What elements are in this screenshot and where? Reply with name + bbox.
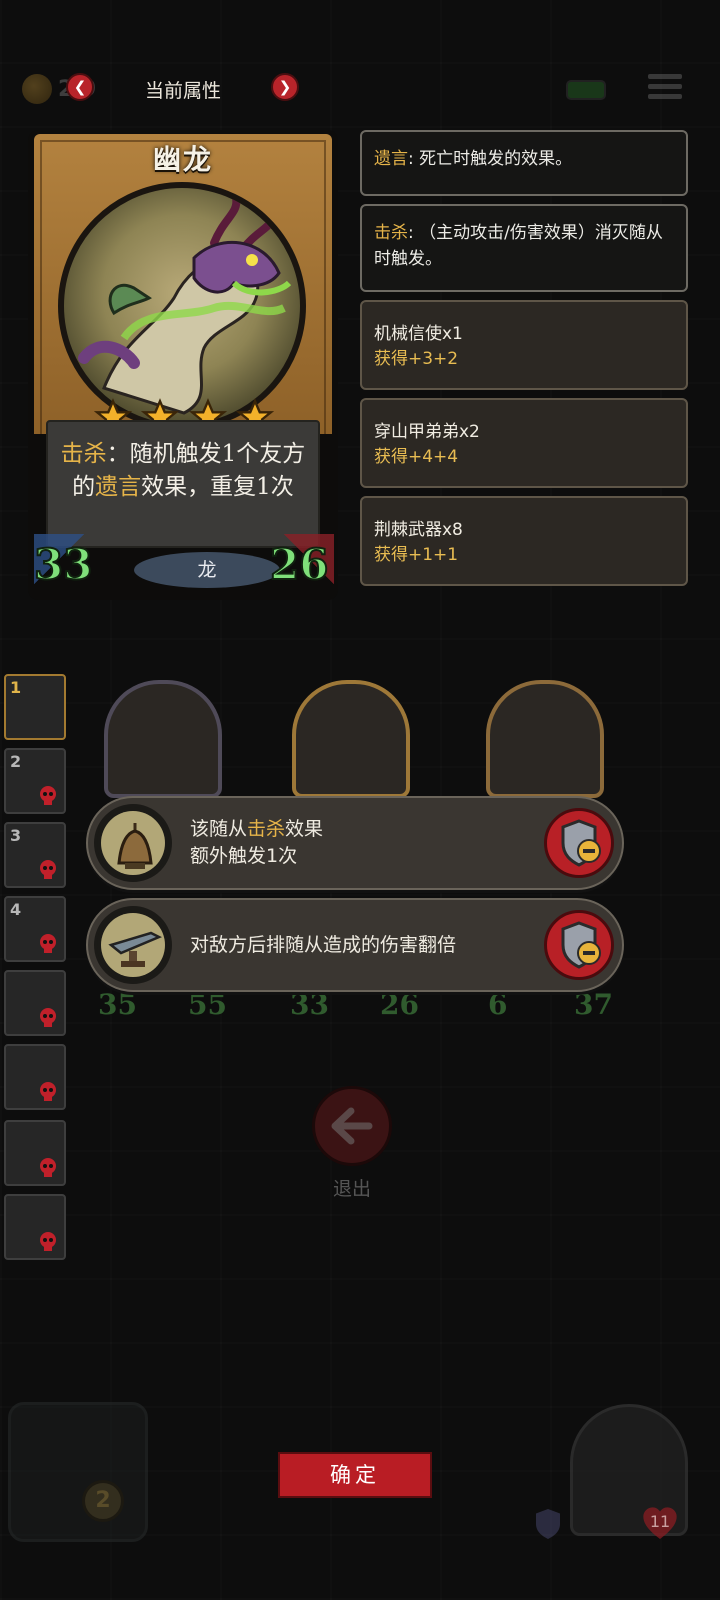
board-minion[interactable] <box>292 680 410 798</box>
armor-icon <box>536 1509 560 1539</box>
buff-gain: 获得+1+1 <box>374 545 459 565</box>
minion-card: 幽龙 击杀：随机触发1个友方的遗言效果，重复1次 33 龙 26 <box>28 130 338 600</box>
keyword-text: : 死亡时触发的效果。 <box>408 149 573 169</box>
keyword-deathrattle: 遗言 <box>95 474 142 500</box>
exit-label: 退出 <box>332 1178 371 1200</box>
remove-bonus-button[interactable] <box>544 910 614 980</box>
bonus-effect-row: 该随从击杀效果 额外触发1次 <box>86 796 624 890</box>
gold-coin-icon <box>22 74 52 104</box>
opponent-slot[interactable] <box>4 1194 66 1260</box>
keyword-term: 击杀 <box>374 223 408 243</box>
minion-attack: 33 <box>290 988 329 1021</box>
tribe-label: 龙 <box>134 552 280 588</box>
bonus-effect-row: 对敌方后排随从造成的伤害翻倍 <box>86 898 624 992</box>
menu-icon[interactable] <box>648 74 682 104</box>
opponent-slot[interactable]: 2 <box>4 748 66 814</box>
keyword-tooltip-kill: 击杀: （主动攻击/伤害效果）消灭随从时触发。 <box>360 204 688 292</box>
relic-icon <box>94 804 172 882</box>
buff-name: 机械信使x1 <box>374 324 463 344</box>
description-text: 效果，重复1次 <box>141 474 294 500</box>
skull-icon <box>40 1232 56 1251</box>
skull-icon <box>40 934 56 953</box>
slot-number: 2 <box>10 752 22 771</box>
buff-entry: 机械信使x1 获得+3+2 <box>360 300 688 390</box>
keyword-term: 遗言 <box>374 149 408 169</box>
opponent-slot[interactable]: 1 <box>4 674 66 740</box>
card-attack: 33 <box>33 539 93 590</box>
skull-icon <box>40 1158 56 1177</box>
battery-icon <box>566 80 606 100</box>
minion-health: 55 <box>188 988 227 1021</box>
player-hero-portrait[interactable] <box>8 1402 148 1542</box>
slot-number: 4 <box>10 900 22 919</box>
card-health: 26 <box>269 539 329 590</box>
buff-name: 荆棘武器x8 <box>374 520 463 540</box>
dragon-art-icon <box>78 194 292 415</box>
skull-icon <box>40 1008 56 1027</box>
keyword-kill: 击杀 <box>60 441 107 467</box>
minion-health: 37 <box>574 988 613 1021</box>
relic-icon <box>94 906 172 984</box>
confirm-button[interactable]: 确定 <box>278 1452 432 1498</box>
buff-gain: 获得+3+2 <box>374 349 459 369</box>
opponent-slot[interactable] <box>4 1120 66 1186</box>
dragon-portrait <box>58 182 306 430</box>
slot-number: 3 <box>10 826 22 845</box>
slot-number: 1 <box>10 678 22 697</box>
board-minion[interactable] <box>486 680 604 798</box>
previous-button[interactable]: ❮ <box>66 73 94 101</box>
skull-icon <box>40 1082 56 1101</box>
skull-icon <box>40 786 56 805</box>
ballista-icon <box>108 931 162 967</box>
shield-minus-icon <box>561 921 601 969</box>
opponent-slot[interactable] <box>4 970 66 1036</box>
bonus-text-part: 效果 <box>285 818 324 840</box>
arrow-left-icon <box>331 1107 373 1145</box>
minion-health: 26 <box>380 988 419 1021</box>
bonus-description: 该随从击杀效果 额外触发1次 <box>190 816 323 870</box>
panel-title: 当前属性 <box>144 80 221 102</box>
exit-button[interactable] <box>312 1086 392 1166</box>
buff-entry: 穿山甲弟弟x2 获得+4+4 <box>360 398 688 488</box>
opponent-slot[interactable] <box>4 1044 66 1110</box>
card-name: 幽龙 <box>152 143 213 176</box>
buff-gain: 获得+4+4 <box>374 447 459 467</box>
bonus-keyword: 击杀 <box>247 818 286 840</box>
board-minion[interactable] <box>104 680 222 798</box>
hero-life: 11 <box>649 1512 671 1531</box>
minion-attack: 35 <box>98 988 137 1021</box>
bonus-text-part: 该随从 <box>190 818 248 840</box>
bell-icon <box>117 823 153 869</box>
buff-name: 穿山甲弟弟x2 <box>374 422 480 442</box>
top-bar: 2 9 ❮ 当前属性 ❯ <box>0 66 720 114</box>
opponent-slot[interactable]: 3 <box>4 822 66 888</box>
bonus-text-line2: 额外触发1次 <box>190 845 298 867</box>
keyword-text: : （主动攻击/伤害效果）消灭随从时触发。 <box>374 223 663 269</box>
card-description: 击杀：随机触发1个友方的遗言效果，重复1次 <box>52 438 314 504</box>
remove-bonus-button[interactable] <box>544 808 614 878</box>
buff-entry: 荆棘武器x8 获得+1+1 <box>360 496 688 586</box>
bonus-description: 对敌方后排随从造成的伤害翻倍 <box>190 934 457 956</box>
opponent-slot[interactable]: 4 <box>4 896 66 962</box>
tavern-level-badge: 2 <box>82 1480 124 1522</box>
keyword-tooltip-deathrattle: 遗言: 死亡时触发的效果。 <box>360 130 688 196</box>
skull-icon <box>40 860 56 879</box>
shield-minus-icon <box>561 819 601 867</box>
next-button[interactable]: ❯ <box>271 73 299 101</box>
minion-attack: 6 <box>488 988 508 1021</box>
